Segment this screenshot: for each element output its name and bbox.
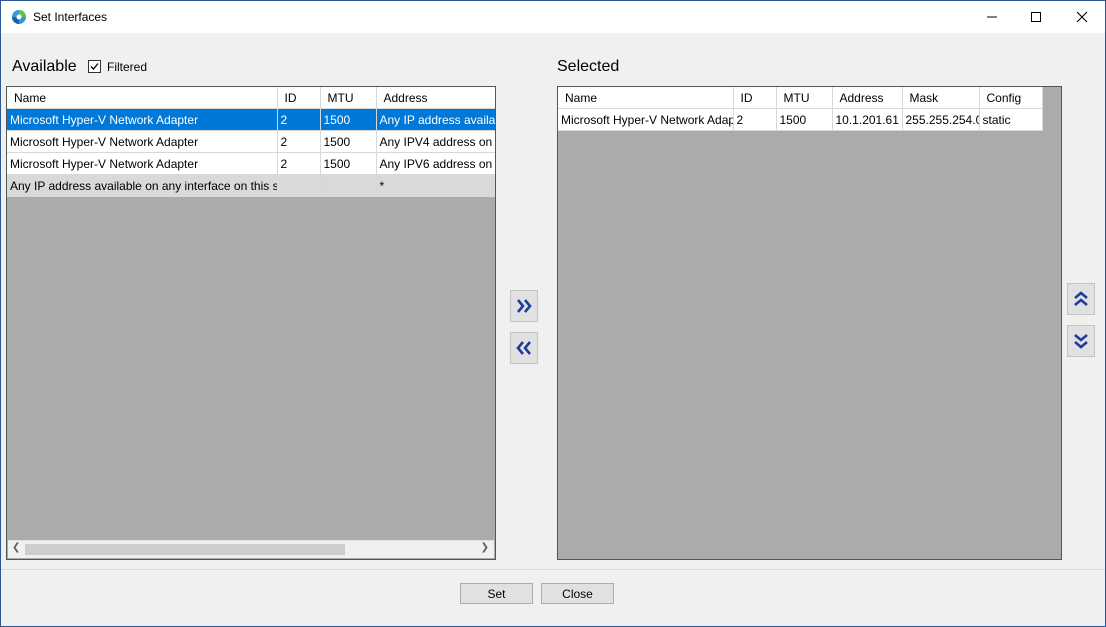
cell-mtu[interactable]: 1500 bbox=[320, 152, 377, 175]
double-chevron-down-icon bbox=[1074, 334, 1088, 349]
table-row[interactable]: Microsoft Hyper-V Network Adapter 2 1500… bbox=[7, 130, 495, 153]
available-header-row: Name ID MTU Address bbox=[7, 87, 495, 109]
column-header-mtu[interactable]: MTU bbox=[776, 87, 833, 109]
minimize-icon bbox=[987, 16, 997, 18]
available-grid[interactable]: Name ID MTU Address Microsoft Hyper-V Ne… bbox=[6, 86, 496, 560]
selected-table: Name ID MTU Address Mask Config Microsof… bbox=[558, 87, 1043, 131]
cell-name[interactable]: Microsoft Hyper-V Network Adapter bbox=[558, 108, 734, 131]
double-chevron-right-icon bbox=[517, 299, 532, 313]
column-header-config[interactable]: Config bbox=[979, 87, 1043, 109]
cell-address[interactable]: * bbox=[376, 174, 495, 197]
cell-mtu[interactable]: 1500 bbox=[776, 108, 833, 131]
cell-config[interactable]: static bbox=[979, 108, 1043, 131]
app-icon bbox=[12, 10, 26, 24]
cell-mtu[interactable] bbox=[320, 174, 377, 197]
cell-address[interactable]: Any IPV6 address on this bbox=[376, 152, 495, 175]
close-icon bbox=[1076, 11, 1088, 23]
column-header-mask[interactable]: Mask bbox=[902, 87, 980, 109]
cell-name[interactable]: Any IP address available on any interfac… bbox=[7, 174, 278, 197]
set-button[interactable]: Set bbox=[460, 583, 533, 604]
cell-id[interactable]: 2 bbox=[733, 108, 777, 131]
cell-name[interactable]: Microsoft Hyper-V Network Adapter bbox=[7, 152, 278, 175]
cell-address[interactable]: 10.1.201.61 bbox=[832, 108, 903, 131]
column-header-address[interactable]: Address bbox=[376, 87, 495, 109]
filtered-checkbox[interactable] bbox=[88, 60, 101, 73]
cell-mtu[interactable]: 1500 bbox=[320, 130, 377, 153]
cell-address[interactable]: Any IP address available bbox=[376, 108, 495, 131]
close-window-button[interactable] bbox=[1059, 1, 1105, 33]
set-interfaces-window: Set Interfaces Available Filtered Name I… bbox=[0, 0, 1106, 627]
cell-name[interactable]: Microsoft Hyper-V Network Adapter bbox=[7, 130, 278, 153]
minimize-button[interactable] bbox=[969, 1, 1015, 33]
selected-label: Selected bbox=[557, 58, 620, 75]
footer-divider bbox=[1, 569, 1105, 570]
scrollbar-thumb[interactable] bbox=[25, 544, 345, 555]
cell-id[interactable]: 2 bbox=[277, 130, 321, 153]
close-button[interactable]: Close bbox=[541, 583, 614, 604]
window-title: Set Interfaces bbox=[33, 10, 108, 24]
column-header-id[interactable]: ID bbox=[277, 87, 321, 109]
table-row[interactable]: Microsoft Hyper-V Network Adapter 2 1500… bbox=[558, 108, 1043, 131]
selected-grid[interactable]: Name ID MTU Address Mask Config Microsof… bbox=[557, 86, 1062, 560]
cell-mtu[interactable]: 1500 bbox=[320, 108, 377, 131]
move-up-button[interactable] bbox=[1067, 283, 1095, 315]
column-header-name[interactable]: Name bbox=[7, 87, 278, 109]
column-header-mtu[interactable]: MTU bbox=[320, 87, 377, 109]
maximize-button[interactable] bbox=[1013, 1, 1059, 33]
table-row[interactable]: Any IP address available on any interfac… bbox=[7, 174, 495, 197]
cell-id[interactable] bbox=[277, 174, 321, 197]
selected-header-row: Name ID MTU Address Mask Config bbox=[558, 87, 1043, 109]
cell-mask[interactable]: 255.255.254.0 bbox=[902, 108, 980, 131]
cell-id[interactable]: 2 bbox=[277, 108, 321, 131]
cell-name[interactable]: Microsoft Hyper-V Network Adapter bbox=[7, 108, 278, 131]
checkmark-icon bbox=[90, 63, 99, 70]
table-row[interactable]: Microsoft Hyper-V Network Adapter 2 1500… bbox=[7, 108, 495, 131]
move-down-button[interactable] bbox=[1067, 325, 1095, 357]
scroll-left-icon[interactable]: ❮ bbox=[12, 542, 20, 553]
scroll-right-icon[interactable]: ❯ bbox=[481, 542, 489, 553]
column-header-id[interactable]: ID bbox=[733, 87, 777, 109]
column-header-address[interactable]: Address bbox=[832, 87, 903, 109]
filtered-label: Filtered bbox=[107, 60, 148, 74]
table-row[interactable]: Microsoft Hyper-V Network Adapter 2 1500… bbox=[7, 152, 495, 175]
cell-id[interactable]: 2 bbox=[277, 152, 321, 175]
column-header-name[interactable]: Name bbox=[558, 87, 734, 109]
add-selected-button[interactable] bbox=[510, 290, 538, 322]
horizontal-scrollbar[interactable]: ❮ ❯ bbox=[8, 540, 494, 558]
remove-selected-button[interactable] bbox=[510, 332, 538, 364]
available-table: Name ID MTU Address Microsoft Hyper-V Ne… bbox=[7, 87, 495, 197]
maximize-icon bbox=[1031, 12, 1041, 22]
double-chevron-up-icon bbox=[1074, 291, 1088, 306]
cell-address[interactable]: Any IPV4 address on this bbox=[376, 130, 495, 153]
available-label: Available bbox=[12, 58, 77, 75]
title-bar: Set Interfaces bbox=[1, 1, 1105, 33]
double-chevron-left-icon bbox=[516, 341, 531, 355]
